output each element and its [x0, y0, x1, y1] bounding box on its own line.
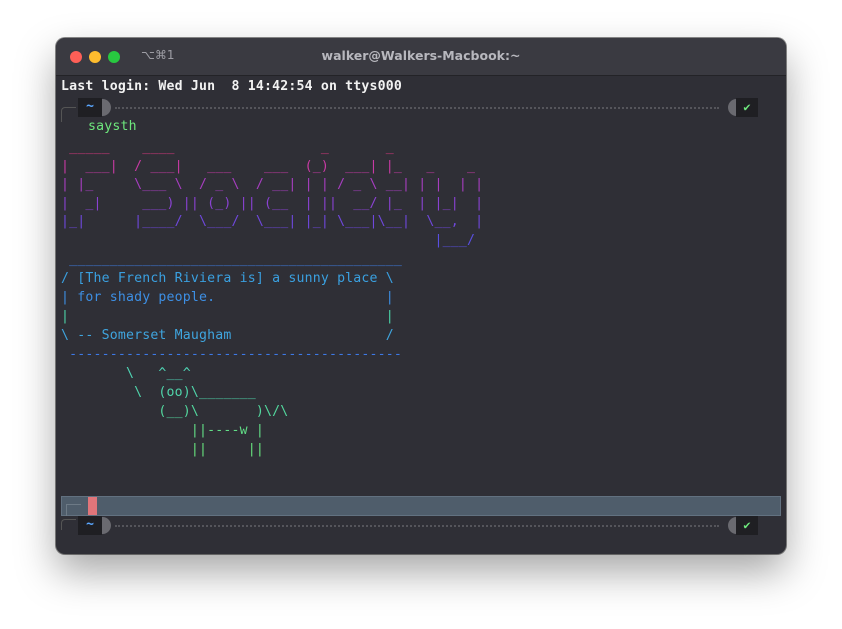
prompt-filler — [115, 525, 719, 527]
cowsay-line: / [The French Riviera is] a sunny place … — [61, 271, 394, 286]
banner-art-line: | |_ \___ \ / _ \ / __| | | / _ \ __| | … — [61, 177, 500, 192]
cowsay-line: \ (oo)\_______ — [61, 385, 256, 400]
command-input[interactable] — [61, 496, 781, 516]
banner-art-line: | _| ___) || (_) || (__ | || __/ |_ | |_… — [61, 195, 500, 211]
text-cursor — [88, 497, 97, 515]
prompt-bar: ~ ✔ — [61, 98, 771, 122]
status-check-icon: ✔ — [736, 98, 758, 117]
cowsay-line: ________________________________________… — [61, 252, 403, 267]
cowsay-line: \ ^__^ — [61, 366, 191, 381]
window-title: walker@Walkers-Macbook:~ — [321, 48, 521, 63]
prompt-cap-left — [102, 99, 111, 116]
banner-art-line: | ___| / ___| ___ ___ (_) ___| |_ _ _ — [61, 158, 500, 174]
banner-art-line: |___/ — [61, 232, 500, 248]
cowsay-line: \ -- Somerset Maugham / — [61, 328, 394, 343]
cowsay-line: ||----w | — [61, 423, 264, 438]
last-login-line: Last login: Wed Jun 8 14:42:54 on ttys00… — [61, 79, 403, 94]
title-bar[interactable]: ⌥⌘1 walker@Walkers-Macbook:~ — [56, 38, 786, 76]
cowsay-line: (__)\ )\/\ — [61, 404, 289, 419]
prompt-corner — [61, 107, 76, 122]
prompt-directory: ~ — [78, 516, 102, 535]
cowsay-line: ----------------------------------------… — [61, 347, 403, 362]
status-check-icon: ✔ — [736, 516, 758, 535]
prompt-bar-current: ~ ✔ — [61, 516, 771, 535]
cowsay-line: || || — [61, 442, 264, 457]
banner-art-line: _____ ____ _ _ — [61, 140, 500, 155]
terminal-window: ⌥⌘1 walker@Walkers-Macbook:~ Last login:… — [56, 38, 786, 554]
banner-art-line: |_| |____/ \___/ \___| |_| \___|\__| \__… — [61, 214, 500, 229]
prompt-cap-left — [102, 517, 111, 534]
prompt-directory: ~ — [78, 98, 102, 117]
prompt-corner — [61, 519, 76, 530]
command-line: saysth — [88, 119, 137, 134]
cowsay-line: | for shady people. | — [61, 290, 394, 305]
prompt-filler — [115, 107, 719, 109]
cowsay-line: | | — [61, 309, 394, 324]
input-corner — [66, 504, 81, 516]
